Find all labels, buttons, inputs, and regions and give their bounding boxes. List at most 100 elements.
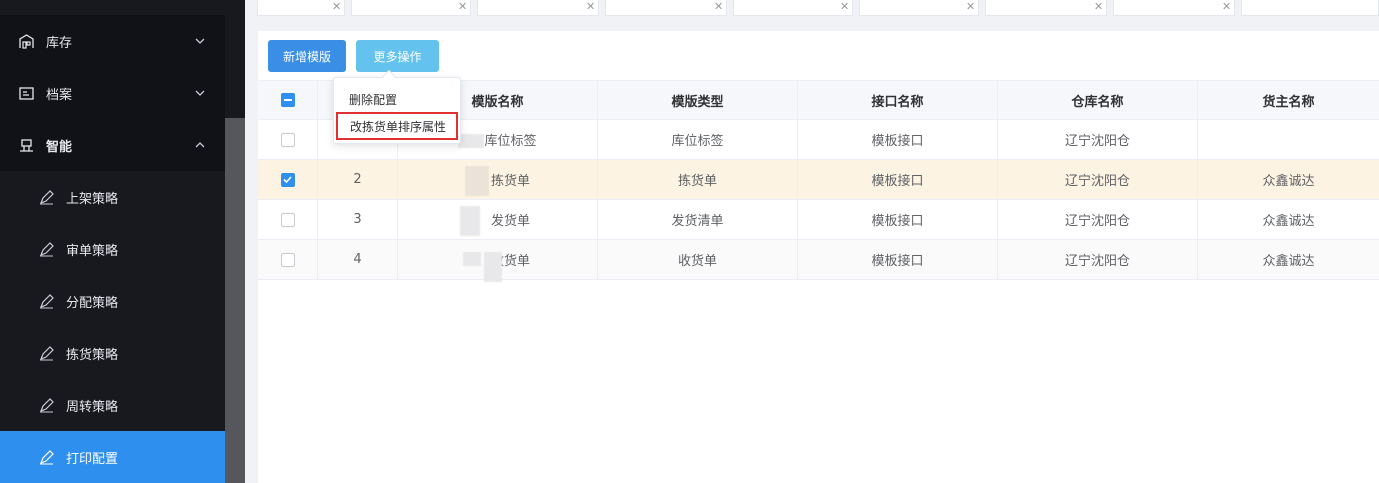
tab[interactable]: ✕ bbox=[351, 0, 471, 16]
sidebar-item-allocate[interactable]: 分配策略 bbox=[0, 275, 225, 327]
warehouse-icon bbox=[18, 33, 34, 49]
pen-icon bbox=[38, 189, 54, 205]
sidebar-item-label: 上架策略 bbox=[66, 191, 119, 207]
chevron-down-icon bbox=[193, 86, 207, 100]
table-row[interactable]: 4 收货单 收货单 模板接口 辽宁沈阳仓 众鑫诚达 bbox=[258, 240, 1379, 280]
close-icon[interactable]: ✕ bbox=[586, 1, 595, 12]
sidebar-item-review[interactable]: 审单策略 bbox=[0, 223, 225, 275]
tab[interactable]: ✕ bbox=[257, 0, 345, 16]
api-cell: 模板接口 bbox=[798, 120, 998, 159]
owner-cell: 众鑫诚达 bbox=[1262, 174, 1315, 189]
api-cell: 模板接口 bbox=[798, 240, 998, 279]
redaction-blur bbox=[463, 252, 481, 266]
type-cell: 收货单 bbox=[598, 240, 798, 279]
archive-icon bbox=[18, 85, 34, 101]
pen-icon bbox=[38, 345, 54, 361]
tab[interactable] bbox=[1241, 0, 1379, 16]
sidebar-item-inventory[interactable]: 库存 bbox=[0, 15, 225, 67]
type-cell: 拣货单 bbox=[598, 160, 798, 199]
pen-icon bbox=[38, 293, 54, 309]
sidebar-item-label: 分配策略 bbox=[66, 295, 119, 311]
row-checkbox[interactable] bbox=[280, 212, 295, 227]
table-row[interactable]: 3 发货单 发货清单 模板接口 辽宁沈阳仓 众鑫诚达 bbox=[258, 200, 1379, 240]
sidebar-item-print-config[interactable]: 打印配置 bbox=[0, 431, 225, 483]
pen-icon bbox=[38, 449, 54, 465]
close-icon[interactable]: ✕ bbox=[1094, 1, 1103, 12]
warehouse-cell: 辽宁沈阳仓 bbox=[998, 160, 1198, 199]
tab[interactable]: ✕ bbox=[605, 0, 727, 16]
name-text: 拣货单 bbox=[490, 174, 530, 189]
name-text: 库位标签 bbox=[484, 134, 537, 149]
tab-bar: ✕ ✕ ✕ ✕ ✕ ✕ ✕ ✕ bbox=[245, 0, 1379, 22]
sidebar-item-putaway[interactable]: 上架策略 bbox=[0, 171, 225, 223]
sidebar-item-turnover[interactable]: 周转策略 bbox=[0, 379, 225, 431]
warehouse-cell: 辽宁沈阳仓 bbox=[998, 240, 1198, 279]
chevron-up-icon bbox=[193, 138, 207, 152]
index-cell: 3 bbox=[318, 200, 398, 239]
sidebar-item-label: 档案 bbox=[46, 87, 73, 103]
redaction-blur bbox=[484, 252, 502, 282]
sidebar-item-label: 审单策略 bbox=[66, 243, 119, 259]
sidebar-item-label: 周转策略 bbox=[66, 399, 119, 415]
table-row[interactable]: 2 拣货单 拣货单 模板接口 辽宁沈阳仓 众鑫诚达 bbox=[258, 160, 1379, 200]
sidebar-item-smart[interactable]: 智能 bbox=[0, 119, 225, 171]
index-cell: 4 bbox=[318, 240, 398, 279]
select-cell bbox=[258, 120, 318, 159]
name-cell: 拣货单 bbox=[398, 160, 598, 199]
sidebar-item-archive[interactable]: 档案 bbox=[0, 67, 225, 119]
chevron-down-icon bbox=[193, 34, 207, 48]
redaction-blur bbox=[460, 206, 480, 236]
owner-cell: 众鑫诚达 bbox=[1262, 254, 1315, 269]
pen-icon bbox=[38, 241, 54, 257]
row-checkbox[interactable] bbox=[280, 172, 295, 187]
close-icon[interactable]: ✕ bbox=[332, 1, 341, 12]
change-pick-sort-item[interactable]: 改拣货单排序属性 bbox=[336, 112, 458, 140]
close-icon[interactable]: ✕ bbox=[966, 1, 975, 12]
header-warehouse[interactable]: 仓库名称 bbox=[998, 81, 1198, 119]
redaction-blur bbox=[465, 166, 489, 196]
sidebar-item-picking[interactable]: 拣货策略 bbox=[0, 327, 225, 379]
sidebar-item-label: 智能 bbox=[46, 139, 73, 155]
more-actions-dropdown: 删除配置 改拣货单排序属性 bbox=[333, 69, 461, 144]
tab[interactable]: ✕ bbox=[985, 0, 1107, 16]
close-icon[interactable]: ✕ bbox=[458, 1, 467, 12]
select-all-checkbox[interactable] bbox=[280, 93, 295, 107]
api-cell: 模板接口 bbox=[798, 160, 998, 199]
warehouse-cell: 辽宁沈阳仓 bbox=[998, 200, 1198, 239]
tab[interactable]: ✕ bbox=[1113, 0, 1235, 16]
delete-config-item[interactable]: 删除配置 bbox=[334, 85, 460, 113]
select-cell bbox=[258, 200, 318, 239]
name-cell: 发货单 bbox=[398, 200, 598, 239]
sidebar-item-label: 打印配置 bbox=[66, 451, 119, 467]
api-cell: 模板接口 bbox=[798, 200, 998, 239]
owner-cell: 众鑫诚达 bbox=[1262, 214, 1315, 229]
owner-cell bbox=[1198, 120, 1379, 159]
tab[interactable]: ✕ bbox=[733, 0, 853, 16]
index-cell: 2 bbox=[318, 160, 398, 199]
select-cell bbox=[258, 160, 318, 199]
name-text: 发货单 bbox=[490, 214, 530, 229]
close-icon[interactable]: ✕ bbox=[840, 1, 849, 12]
type-cell: 库位标签 bbox=[598, 120, 798, 159]
sidebar-item-label: 拣货策略 bbox=[66, 347, 119, 363]
row-checkbox[interactable] bbox=[280, 132, 295, 147]
row-checkbox[interactable] bbox=[280, 252, 295, 267]
tab[interactable]: ✕ bbox=[859, 0, 979, 16]
header-type[interactable]: 模版类型 bbox=[598, 81, 798, 119]
type-cell: 发货清单 bbox=[598, 200, 798, 239]
header-api[interactable]: 接口名称 bbox=[798, 81, 998, 119]
header-owner[interactable]: 货主名称 bbox=[1198, 81, 1379, 119]
pen-icon bbox=[38, 397, 54, 413]
redaction-blur bbox=[458, 134, 484, 148]
more-actions-button[interactable]: 更多操作 bbox=[356, 40, 439, 72]
warehouse-cell: 辽宁沈阳仓 bbox=[998, 120, 1198, 159]
header-select-cell bbox=[258, 81, 318, 119]
sidebar-item-label: 库存 bbox=[46, 35, 73, 51]
tab[interactable]: ✕ bbox=[477, 0, 599, 16]
close-icon[interactable]: ✕ bbox=[714, 1, 723, 12]
robot-icon bbox=[18, 137, 34, 153]
select-cell bbox=[258, 240, 318, 279]
add-template-button[interactable]: 新增模版 bbox=[268, 40, 346, 72]
close-icon[interactable]: ✕ bbox=[1222, 1, 1231, 12]
sidebar-scrollbar[interactable] bbox=[225, 118, 245, 483]
